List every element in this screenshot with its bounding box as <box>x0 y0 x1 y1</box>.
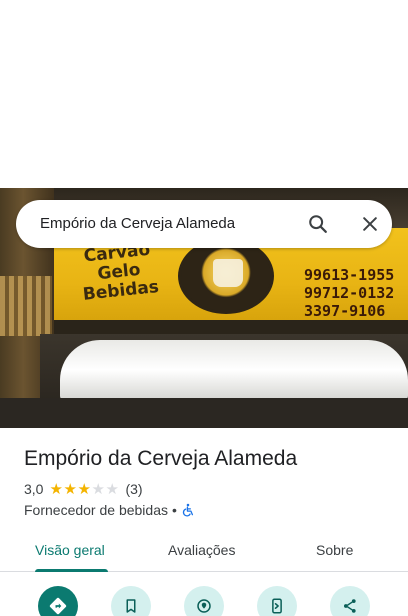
star-filled-icon: ★ <box>63 480 77 498</box>
close-button[interactable] <box>354 208 386 240</box>
star-filled-icon: ★ <box>49 480 63 498</box>
tab-reviews[interactable]: Avaliações <box>168 542 235 558</box>
search-bar[interactable]: Empório da Cerveja Alameda <box>16 200 392 248</box>
search-icon <box>309 215 327 233</box>
nearby-icon <box>197 599 211 613</box>
wheelchair-icon <box>182 503 193 517</box>
action-buttons <box>0 586 408 616</box>
place-title: Empório da Cerveja Alameda <box>24 447 298 470</box>
star-filled-icon: ★ <box>77 480 91 498</box>
star-empty-icon: ★ <box>105 480 119 498</box>
sign-logo <box>178 238 274 314</box>
star-empty-icon: ★ <box>91 480 105 498</box>
category-row: Fornecedor de bebidas • <box>24 502 195 518</box>
share-button[interactable] <box>330 586 370 616</box>
tab-bar: Visão geral Avaliações Sobre <box>0 532 408 572</box>
awning <box>60 340 408 400</box>
directions-button[interactable] <box>38 586 78 616</box>
bookmark-icon <box>126 599 136 613</box>
share-icon <box>344 599 356 613</box>
search-button[interactable] <box>302 208 334 240</box>
review-count: (3) <box>125 481 143 497</box>
tab-overview[interactable]: Visão geral <box>35 542 105 558</box>
close-icon <box>363 217 377 231</box>
send-to-phone-icon <box>272 598 282 614</box>
search-query[interactable]: Empório da Cerveja Alameda <box>40 215 235 232</box>
send-to-phone-button[interactable] <box>257 586 297 616</box>
directions-icon <box>49 597 67 615</box>
place-category: Fornecedor de bebidas <box>24 502 168 518</box>
save-button[interactable] <box>111 586 151 616</box>
rating-value: 3,0 <box>24 481 44 497</box>
sign-text: Carvão Gelo Bebidas <box>81 239 160 305</box>
rating-stars: ★ ★ ★ ★ ★ <box>49 482 119 497</box>
nearby-button[interactable] <box>184 586 224 616</box>
sign-phone-numbers: 99613-1955 99712-0132 3397-9106 <box>304 266 395 320</box>
map-area-blank <box>0 0 408 188</box>
rating-row[interactable]: 3,0 ★ ★ ★ ★ ★ (3) <box>24 481 143 497</box>
tab-about[interactable]: Sobre <box>316 542 353 558</box>
separator: • <box>172 502 177 518</box>
tab-active-indicator <box>35 569 108 572</box>
